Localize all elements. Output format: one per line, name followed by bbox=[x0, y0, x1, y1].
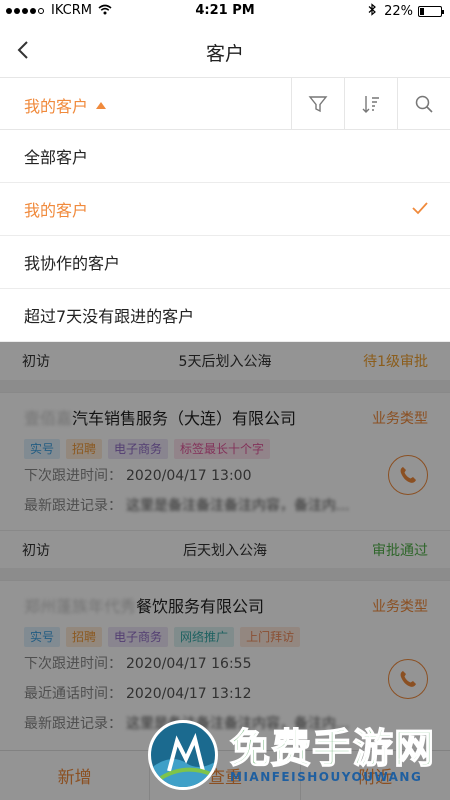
dropdown-option-stale[interactable]: 超过7天没有跟进的客户 bbox=[0, 289, 450, 342]
option-label: 我的客户 bbox=[24, 201, 89, 220]
sort-icon bbox=[362, 96, 379, 113]
status-right: 22% bbox=[368, 3, 444, 20]
search-button[interactable] bbox=[397, 78, 450, 130]
search-icon bbox=[415, 95, 433, 113]
dropdown-option-collab[interactable]: 我协作的客户 bbox=[0, 236, 450, 289]
caret-up-icon bbox=[96, 101, 107, 109]
status-bar: IKCRM 4:21 PM 22% bbox=[0, 0, 450, 22]
checkmark-icon bbox=[412, 202, 428, 215]
option-label: 全部客户 bbox=[24, 148, 89, 167]
sort-button[interactable] bbox=[344, 78, 397, 130]
battery-percent: 22% bbox=[384, 4, 413, 19]
battery-fill bbox=[420, 8, 424, 15]
scope-label: 我的客户 bbox=[24, 97, 89, 116]
watermark-subtext: MIANFEISHOUYOUWANG bbox=[230, 770, 423, 784]
scope-dropdown: 全部客户 我的客户 我协作的客户 超过7天没有跟进的客户 bbox=[0, 130, 450, 342]
battery-icon bbox=[418, 6, 444, 17]
option-label: 超过7天没有跟进的客户 bbox=[24, 307, 195, 326]
watermark-text: 免费手游网 bbox=[229, 725, 435, 773]
bluetooth-icon bbox=[368, 3, 377, 20]
nav-bar: 客户 bbox=[0, 22, 450, 78]
option-label: 我协作的客户 bbox=[24, 254, 121, 273]
page-title: 客户 bbox=[205, 43, 244, 65]
filter-icon bbox=[308, 96, 328, 113]
watermark: 免费手游网 MIANFEISHOUYOUWANG bbox=[148, 712, 448, 800]
dropdown-option-all[interactable]: 全部客户 bbox=[0, 130, 450, 183]
watermark-logo-icon bbox=[148, 720, 218, 790]
dropdown-option-mine[interactable]: 我的客户 bbox=[0, 183, 450, 236]
filter-bar: 我的客户 bbox=[0, 78, 450, 130]
filter-button[interactable] bbox=[291, 78, 344, 130]
scope-selector[interactable]: 我的客户 bbox=[24, 93, 107, 117]
